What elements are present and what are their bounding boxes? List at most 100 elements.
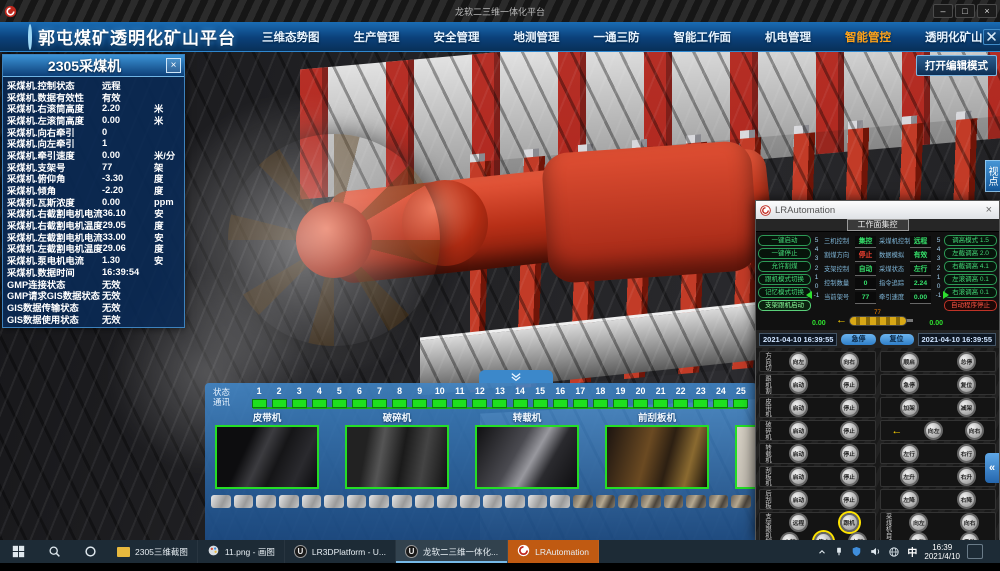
round-control-button[interactable]: 启动 [789,375,808,394]
round-control-button[interactable]: 复位 [957,375,976,394]
round-control-button[interactable]: 左升 [900,467,919,486]
panel-close-icon[interactable]: × [166,58,181,73]
tray-clock[interactable]: 16:39 2021/4/10 [924,543,960,561]
camera-feed[interactable] [345,425,449,489]
round-control-button[interactable]: 向左 [924,421,943,440]
lra-pill-button[interactable]: 调高模式 1.5 [944,235,997,246]
nav-item-2[interactable]: 生产管理 [354,29,400,45]
minimize-button[interactable]: – [933,4,953,18]
camera-thumbnail[interactable] [483,495,503,508]
open-edit-mode-button[interactable]: 打开编辑模式 [916,55,997,76]
taskbar-app-4[interactable]: U龙软二三维一体化... [396,540,508,563]
camera-thumbnail[interactable] [392,495,412,508]
camera-thumbnail[interactable] [505,495,525,508]
camera-thumbnail[interactable] [347,495,367,508]
tools-wrench-icon[interactable] [983,29,1000,45]
round-control-button[interactable]: 停止 [840,490,859,509]
round-control-button[interactable]: 右升 [957,467,976,486]
camera-thumbnail[interactable] [528,495,548,508]
lra-pill-button[interactable]: 支架跟机启动 [758,300,811,311]
camera-thumbnail[interactable] [709,495,729,508]
maximize-button[interactable]: □ [955,4,975,18]
viewpoint-tab[interactable]: 视点 [985,160,1000,192]
round-control-button[interactable]: 向左 [789,352,808,371]
round-control-button[interactable]: 左降 [900,490,919,509]
reset-button[interactable]: 复位 [880,334,914,345]
camera-thumbnail[interactable] [234,495,254,508]
camera-thumbnail[interactable] [437,495,457,508]
lra-close-icon[interactable]: × [983,204,995,216]
nav-item-9[interactable]: 透明化矿山 [925,29,983,45]
round-control-button[interactable]: 急停 [900,375,919,394]
taskbar-app-3[interactable]: ULR3DPlatform - U... [285,540,396,563]
round-control-button[interactable]: 停止 [840,444,859,463]
round-control-button[interactable]: 停止 [840,375,859,394]
nav-item-1[interactable]: 三维态势图 [262,29,320,45]
lra-pill-button[interactable]: 右截调高 4.1 [944,261,997,272]
notification-center-icon[interactable] [967,544,983,559]
round-control-button[interactable]: 停止 [840,421,859,440]
round-control-button[interactable]: 向左 [909,513,928,532]
round-control-button[interactable]: 向右 [965,421,984,440]
shearer-slider-handle[interactable] [849,316,907,326]
cortana-icon[interactable] [72,540,108,563]
tray-expand-chevron-icon[interactable] [817,547,827,557]
round-control-button[interactable]: 启动 [789,490,808,509]
camera-thumbnail[interactable] [369,495,389,508]
camera-feed[interactable] [475,425,579,489]
start-button[interactable] [0,540,36,563]
camera-thumbnail[interactable] [550,495,570,508]
camera-thumbnail[interactable] [641,495,661,508]
round-control-button[interactable]: 远程 [789,513,808,532]
usb-icon[interactable] [834,546,844,557]
camera-thumbnail[interactable] [596,495,616,508]
lra-pill-button[interactable]: 左滚调高 0.1 [944,274,997,285]
round-control-button[interactable]: 减架 [957,398,976,417]
round-control-button[interactable]: 启动 [789,421,808,440]
lra-pill-button[interactable]: 一键停止 [758,248,811,259]
round-control-button[interactable]: 向右 [960,513,979,532]
lra-pill-button[interactable]: 一键启动 [758,235,811,246]
round-control-button[interactable]: 向右 [840,352,859,371]
estop-button[interactable]: 急停 [841,334,875,345]
lra-pill-button[interactable]: 右滚调高 0.1 [944,287,997,298]
camera-thumbnail[interactable] [686,495,706,508]
nav-item-4[interactable]: 地测管理 [514,29,560,45]
nav-item-6[interactable]: 智能工作面 [674,29,732,45]
network-globe-icon[interactable] [888,546,900,558]
lra-pill-button[interactable]: 自动程序停止 [944,300,997,311]
round-control-button[interactable]: 顺启 [900,352,919,371]
round-control-button[interactable]: 跟机 [840,513,859,532]
round-control-button[interactable]: 加架 [900,398,919,417]
round-control-button[interactable]: 左行 [900,444,919,463]
camera-thumbnail[interactable] [573,495,593,508]
collapse-panel-chevron-icon[interactable] [479,370,553,383]
round-control-button[interactable]: 总停 [957,352,976,371]
round-control-button[interactable]: 启动 [789,467,808,486]
camera-thumbnail[interactable] [415,495,435,508]
camera-thumbnail[interactable] [256,495,276,508]
camera-feed[interactable] [605,425,709,489]
round-control-button[interactable]: 停止 [840,398,859,417]
taskbar-app-2[interactable]: 11.png - 画图 [198,540,285,563]
lra-pill-button[interactable]: 记忆模式切换 [758,287,811,298]
round-control-button[interactable]: 右降 [957,490,976,509]
camera-thumbnail[interactable] [664,495,684,508]
search-icon[interactable] [36,540,72,563]
camera-thumbnail[interactable] [731,495,751,508]
lra-pill-button[interactable]: 跟机模式切换 [758,274,811,285]
lra-pill-button[interactable]: 允许割煤 [758,261,811,272]
camera-thumbnail[interactable] [279,495,299,508]
nav-item-3[interactable]: 安全管理 [434,29,480,45]
close-button[interactable]: × [977,4,997,18]
ime-indicator[interactable]: 中 [907,544,917,559]
round-control-button[interactable]: 启动 [789,398,808,417]
camera-thumbnail[interactable] [324,495,344,508]
camera-thumbnail[interactable] [460,495,480,508]
tab-workface-control[interactable]: 工作面集控 [847,219,909,231]
taskbar-app-5[interactable]: LRAutomation [508,540,599,563]
camera-thumbnail[interactable] [302,495,322,508]
nav-item-5[interactable]: 一通三防 [594,29,640,45]
taskbar-app-1[interactable]: 2305三维截图 [108,540,198,563]
camera-thumbnail[interactable] [618,495,638,508]
